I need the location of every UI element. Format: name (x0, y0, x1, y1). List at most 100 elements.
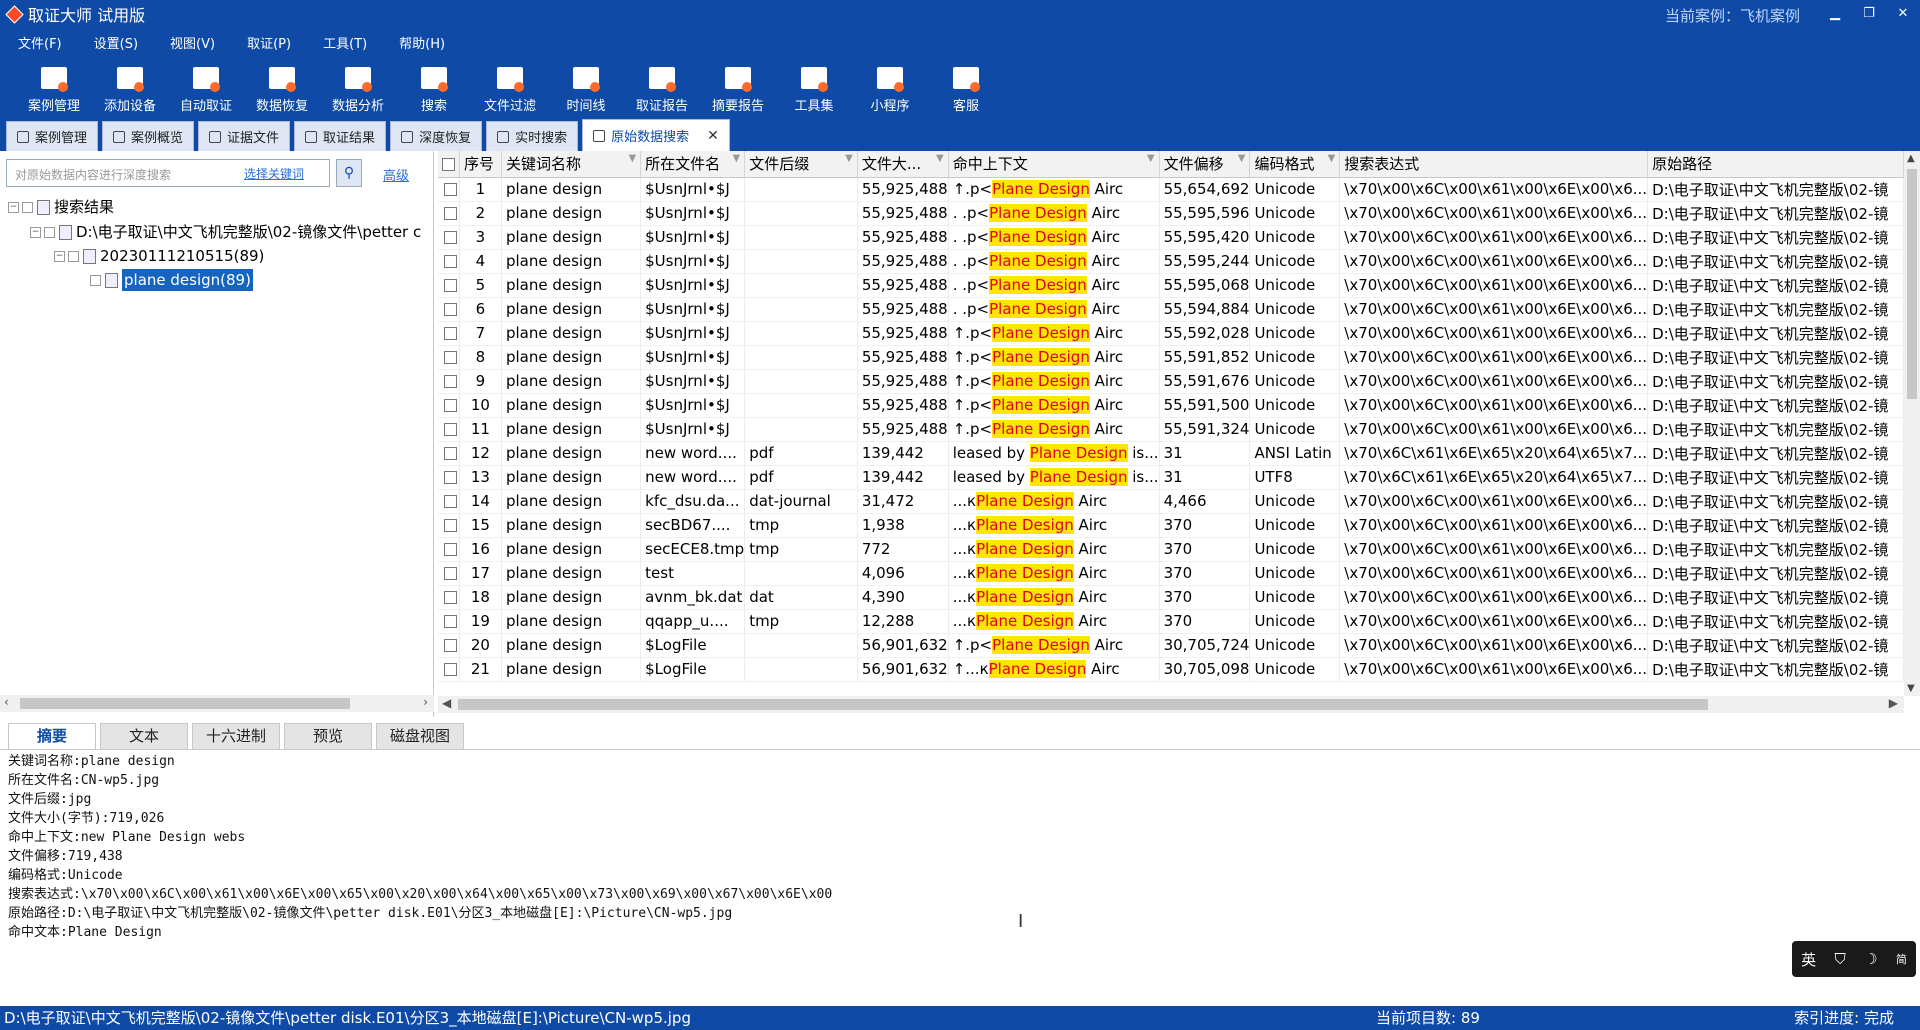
tab-hex[interactable]: 十六进制 (192, 723, 280, 749)
toolbar-button-miniprogram[interactable]: 小程序 (852, 56, 928, 116)
tab-raw-data-search[interactable]: 原始数据搜索 ✕ (582, 119, 730, 151)
scroll-up-icon[interactable]: ▲ (1907, 153, 1915, 164)
tab-evidence-files[interactable]: 证据文件 (198, 121, 291, 151)
collapse-icon[interactable]: − (30, 226, 41, 238)
row-checkbox[interactable] (444, 375, 457, 388)
tab-close-icon[interactable]: ✕ (707, 128, 719, 144)
table-row[interactable]: 1 plane design $UsnJrnl•$J 55,925,488 ↑.p<Pl… (438, 177, 1904, 202)
row-checkbox-cell[interactable] (438, 297, 460, 322)
col-encoding[interactable]: 编码格式 ▼ (1249, 151, 1341, 178)
toolbar-button-toolset[interactable]: 工具集 (776, 56, 852, 116)
row-checkbox-cell[interactable] (438, 393, 460, 418)
col-keyword[interactable]: 关键词名称 ▼ (501, 151, 642, 178)
tree-checkbox[interactable] (22, 201, 33, 213)
table-row[interactable]: 14 plane design kfc_dsu.da... dat-journal 31… (438, 489, 1904, 514)
table-row[interactable]: 16 plane design secECE8.tmp tmp 772 ...кPlane… (438, 537, 1904, 562)
toolbar-button-case-folder[interactable]: 案例管理 (16, 56, 92, 116)
row-checkbox[interactable] (444, 447, 457, 460)
toolbar-button-customer-service[interactable]: 客服 (928, 56, 1004, 116)
filter-icon[interactable]: ▼ (936, 153, 944, 164)
toolbar-button-file-filter[interactable]: 文件过滤 (472, 56, 548, 116)
table-row[interactable]: 10 plane design $UsnJrnl•$J 55,925,488 ↑.p<P… (438, 393, 1904, 418)
row-checkbox[interactable] (444, 639, 457, 652)
scroll-thumb[interactable] (1907, 169, 1917, 399)
row-checkbox-cell[interactable] (438, 585, 460, 610)
tab-disk-view[interactable]: 磁盘视图 (376, 723, 464, 749)
table-row[interactable]: 2 plane design $UsnJrnl•$J 55,925,488. .p<P… (438, 201, 1904, 226)
row-checkbox-cell[interactable] (438, 465, 460, 490)
filter-icon[interactable]: ▼ (732, 153, 740, 164)
row-checkbox[interactable] (444, 471, 457, 484)
toolbar-button-data-analysis[interactable]: 数据分析 (320, 56, 396, 116)
scroll-down-icon[interactable]: ▼ (1907, 683, 1915, 694)
table-row[interactable]: 19 plane design qqapp_u.... tmp 12,288 ...кPl… (438, 609, 1904, 634)
ime-toolbar[interactable]: 英 ⛉ ☽ 简 (1792, 941, 1916, 977)
tree-node-keyword[interactable]: plane design(89) (90, 269, 253, 291)
row-checkbox-cell[interactable] (438, 225, 460, 250)
tree-checkbox[interactable] (90, 274, 101, 286)
row-checkbox-cell[interactable] (438, 177, 460, 202)
left-horizontal-scrollbar[interactable]: ‹ › (0, 695, 434, 712)
table-row[interactable]: 13 plane design new word.... pdf 139,442 leas… (438, 465, 1904, 490)
row-checkbox[interactable] (444, 399, 457, 412)
ime-language-toggle[interactable]: 英 (1801, 949, 1816, 970)
table-row[interactable]: 15 plane design secBD67.... tmp 1,938 ...кPla… (438, 513, 1904, 538)
tab-preview[interactable]: 预览 (284, 723, 372, 749)
tab-text[interactable]: 文本 (100, 723, 188, 749)
table-row[interactable]: 4 plane design $UsnJrnl•$J 55,925,488. .p<P… (438, 249, 1904, 274)
tab-case-management[interactable]: 案例管理 (6, 121, 99, 151)
col-offset[interactable]: 文件偏移 ▼ (1159, 151, 1251, 178)
header-checkbox[interactable] (442, 157, 455, 171)
row-checkbox[interactable] (444, 663, 457, 676)
scroll-thumb[interactable] (20, 698, 350, 709)
row-checkbox[interactable] (444, 351, 457, 364)
toolbar-button-auto-forensics[interactable]: 自动取证 (168, 56, 244, 116)
tree-checkbox[interactable] (68, 250, 79, 262)
row-checkbox[interactable] (444, 207, 457, 220)
col-filename[interactable]: 所在文件名 ▼ (640, 151, 746, 178)
toolbar-button-timeline[interactable]: 时间线 (548, 56, 624, 116)
col-index[interactable]: 序号 (459, 151, 502, 178)
filter-icon[interactable]: ▼ (1328, 153, 1336, 164)
table-row[interactable]: 3 plane design $UsnJrnl•$J 55,925,488. .p<P… (438, 225, 1904, 250)
toolbar-button-data-recovery[interactable]: 数据恢复 (244, 56, 320, 116)
advanced-link[interactable]: 高级 (383, 165, 409, 184)
filter-icon[interactable]: ▼ (1238, 153, 1246, 164)
row-checkbox[interactable] (444, 231, 457, 244)
table-row[interactable]: 6 plane design $UsnJrnl•$J 55,925,488. .p<P… (438, 297, 1904, 322)
menu-view[interactable]: 视图(V) (158, 33, 227, 52)
row-checkbox-cell[interactable] (438, 249, 460, 274)
row-checkbox-cell[interactable] (438, 273, 460, 298)
row-checkbox[interactable] (444, 303, 457, 316)
col-context[interactable]: 命中上下文 ▼ (948, 151, 1160, 178)
scroll-thumb[interactable] (458, 699, 1708, 710)
collapse-icon[interactable]: − (8, 201, 19, 213)
row-checkbox[interactable] (444, 183, 457, 196)
col-size[interactable]: 文件大... ▼ (857, 151, 949, 178)
tree-node-root[interactable]: − 搜索结果 (8, 196, 114, 218)
toolbar-button-report[interactable]: 取证报告 (624, 56, 700, 116)
row-checkbox-cell[interactable] (438, 417, 460, 442)
row-checkbox[interactable] (444, 255, 457, 268)
table-row[interactable]: 12 plane design new word.... pdf 139,442 leas… (438, 441, 1904, 466)
row-checkbox-cell[interactable] (438, 345, 460, 370)
row-checkbox-cell[interactable] (438, 489, 460, 514)
table-row[interactable]: 21 plane design $LogFile 56,901,632 ↑...кPla… (438, 657, 1904, 682)
row-checkbox[interactable] (444, 543, 457, 556)
row-checkbox-cell[interactable] (438, 657, 460, 682)
row-checkbox-cell[interactable] (438, 441, 460, 466)
table-row[interactable]: 8 plane design $UsnJrnl•$J 55,925,488 ↑.p<Pl… (438, 345, 1904, 370)
collapse-icon[interactable]: − (54, 250, 65, 262)
tab-summary[interactable]: 摘要 (8, 723, 96, 749)
grid-vertical-scrollbar[interactable]: ▲ ▼ (1904, 151, 1920, 696)
row-checkbox-cell[interactable] (438, 321, 460, 346)
toolbar-button-add-device[interactable]: 添加设备 (92, 56, 168, 116)
row-checkbox-cell[interactable] (438, 513, 460, 538)
table-row[interactable]: 20 plane design $LogFile 56,901,632 ↑.p<Plan… (438, 633, 1904, 658)
tab-realtime-search[interactable]: 实时搜索 (486, 121, 579, 151)
row-checkbox-cell[interactable] (438, 561, 460, 586)
grid-horizontal-scrollbar[interactable]: ◀ ▶ (438, 696, 1904, 713)
row-checkbox-cell[interactable] (438, 537, 460, 562)
row-checkbox[interactable] (444, 495, 457, 508)
row-checkbox[interactable] (444, 519, 457, 532)
